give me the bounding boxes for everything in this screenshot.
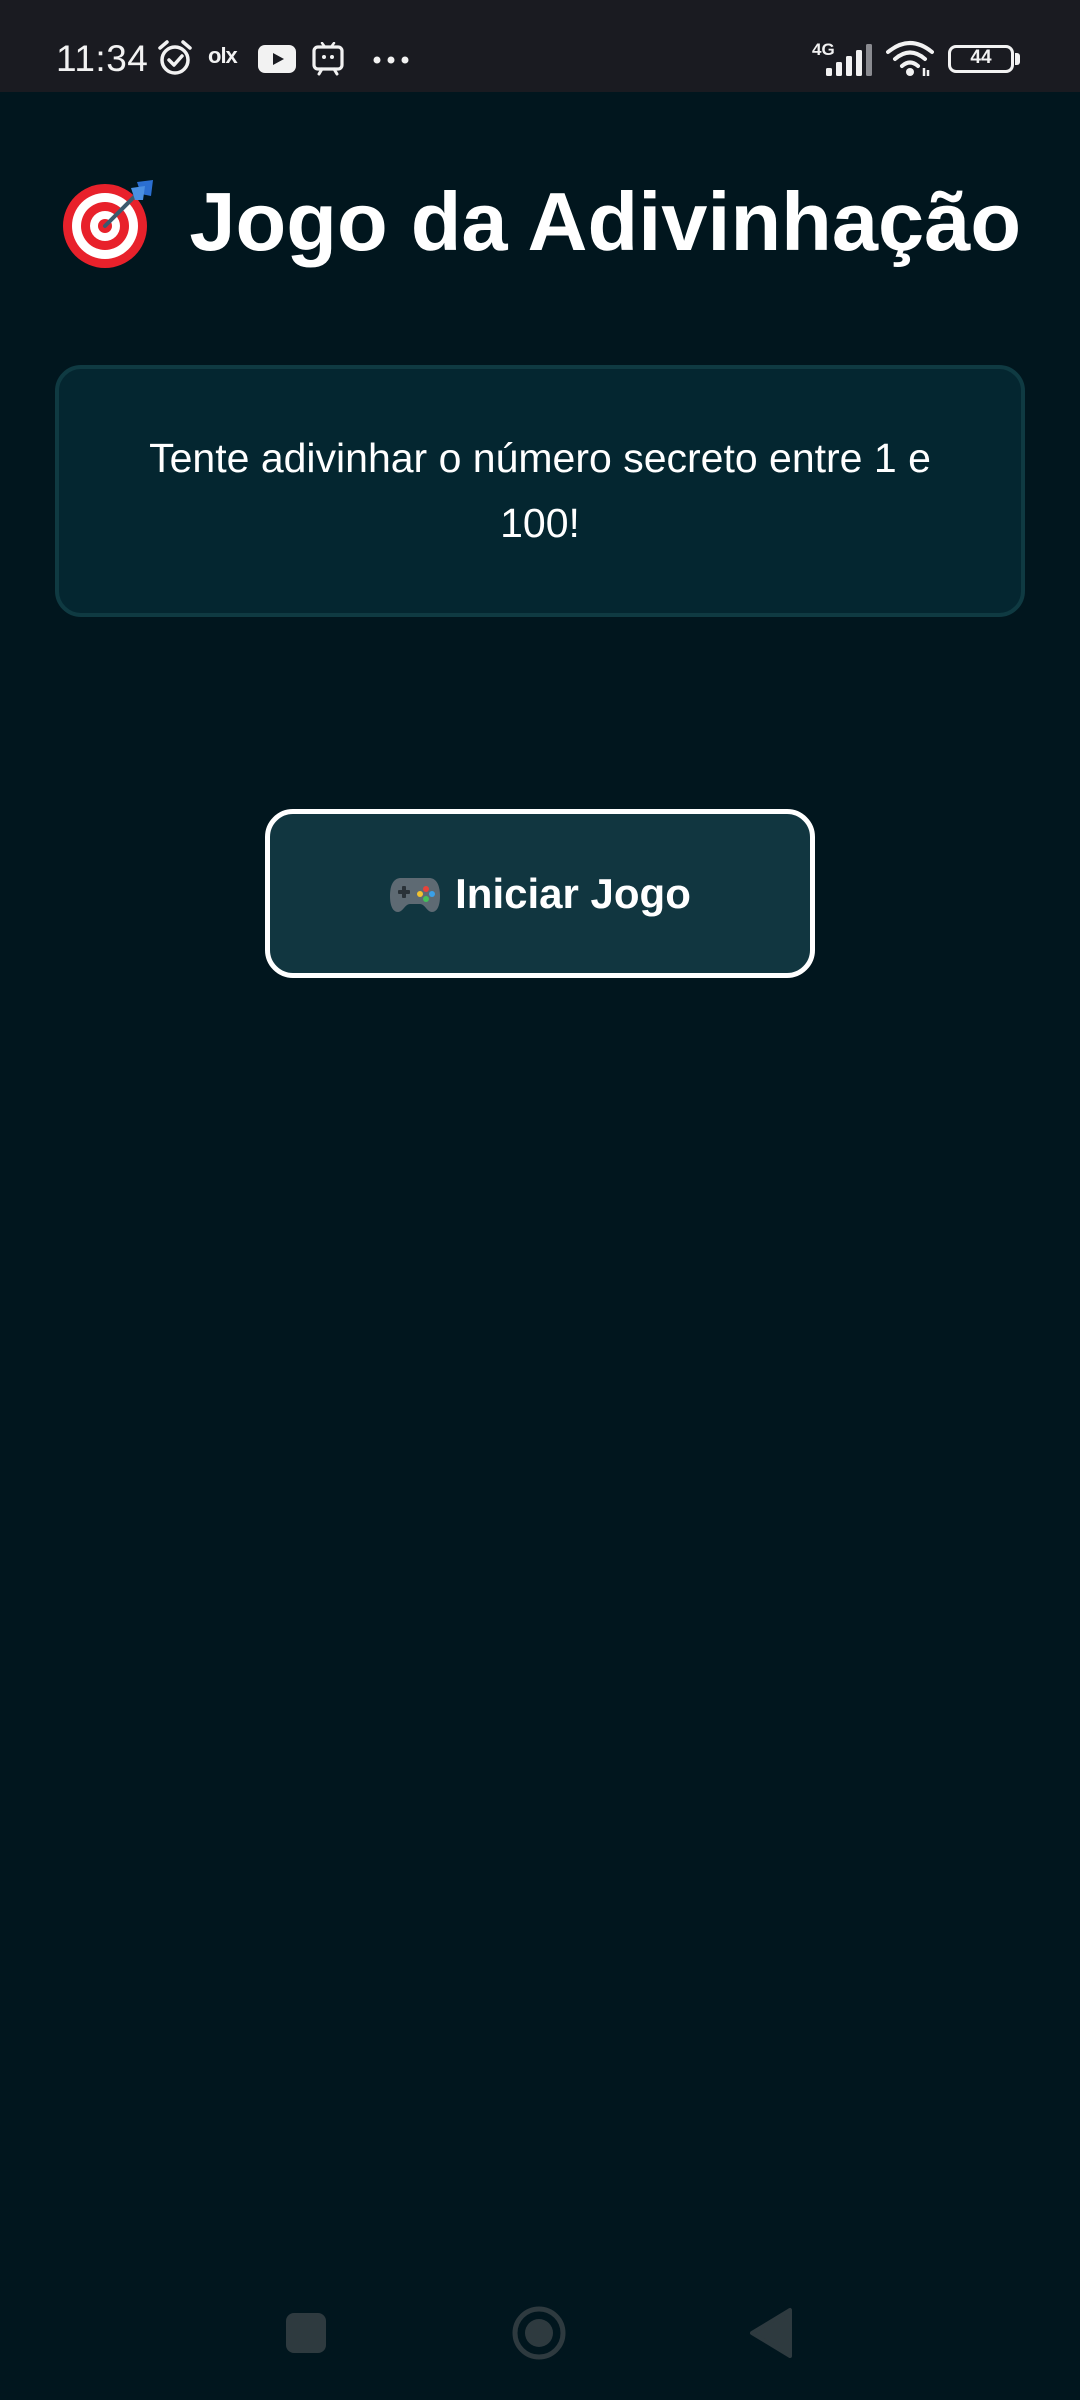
page-header: Jogo da Adivinhação <box>0 172 1080 272</box>
signal-icon <box>826 44 872 76</box>
target-dart-icon <box>62 180 153 268</box>
start-game-button[interactable]: Iniciar Jogo <box>265 809 815 978</box>
back-button[interactable] <box>748 2306 794 2360</box>
youtube-icon <box>258 45 296 73</box>
battery-level: 44 <box>970 47 992 68</box>
more-icon <box>373 56 409 64</box>
alarm-icon <box>158 40 192 75</box>
status-bar: 11:34 olx 4G 44 <box>0 0 1080 92</box>
battery-icon: 44 <box>948 45 1014 73</box>
gamepad-icon <box>390 877 441 912</box>
system-nav-bar <box>0 2280 1080 2400</box>
page-title: Jogo da Adivinhação <box>189 175 1022 268</box>
olx-icon: olx <box>208 43 238 68</box>
battery-tip <box>1015 53 1020 65</box>
home-button[interactable] <box>511 2305 567 2361</box>
instructions-card: Tente adivinhar o número secreto entre 1… <box>55 365 1025 617</box>
cast-icon <box>312 42 344 76</box>
instructions-text: Tente adivinhar o número secreto entre 1… <box>149 435 931 546</box>
status-time: 11:34 <box>56 38 149 79</box>
recents-button[interactable] <box>286 2313 326 2353</box>
wifi-icon <box>886 41 934 76</box>
start-game-label: Iniciar Jogo <box>455 869 691 917</box>
